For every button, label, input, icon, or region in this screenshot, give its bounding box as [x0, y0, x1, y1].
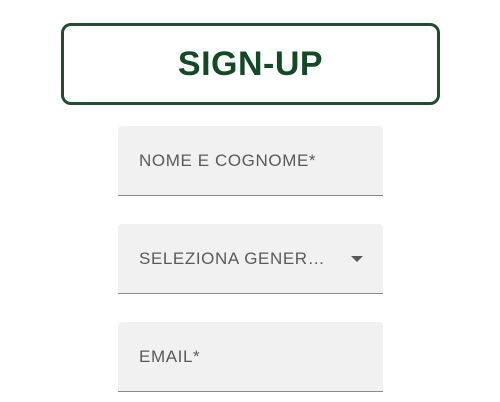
page-title: SIGN-UP	[177, 44, 324, 83]
name-field-container	[118, 126, 383, 196]
signup-header-box: SIGN-UP	[61, 23, 440, 105]
email-input[interactable]	[118, 322, 383, 391]
email-field-container	[118, 322, 383, 392]
chevron-down-icon[interactable]	[351, 256, 363, 262]
name-input[interactable]	[118, 126, 383, 195]
gender-select[interactable]: SELEZIONA GENER…	[118, 224, 383, 294]
signup-page: SIGN-UP SELEZIONA GENER…	[0, 0, 500, 402]
gender-select-label: SELEZIONA GENER…	[139, 248, 326, 268]
